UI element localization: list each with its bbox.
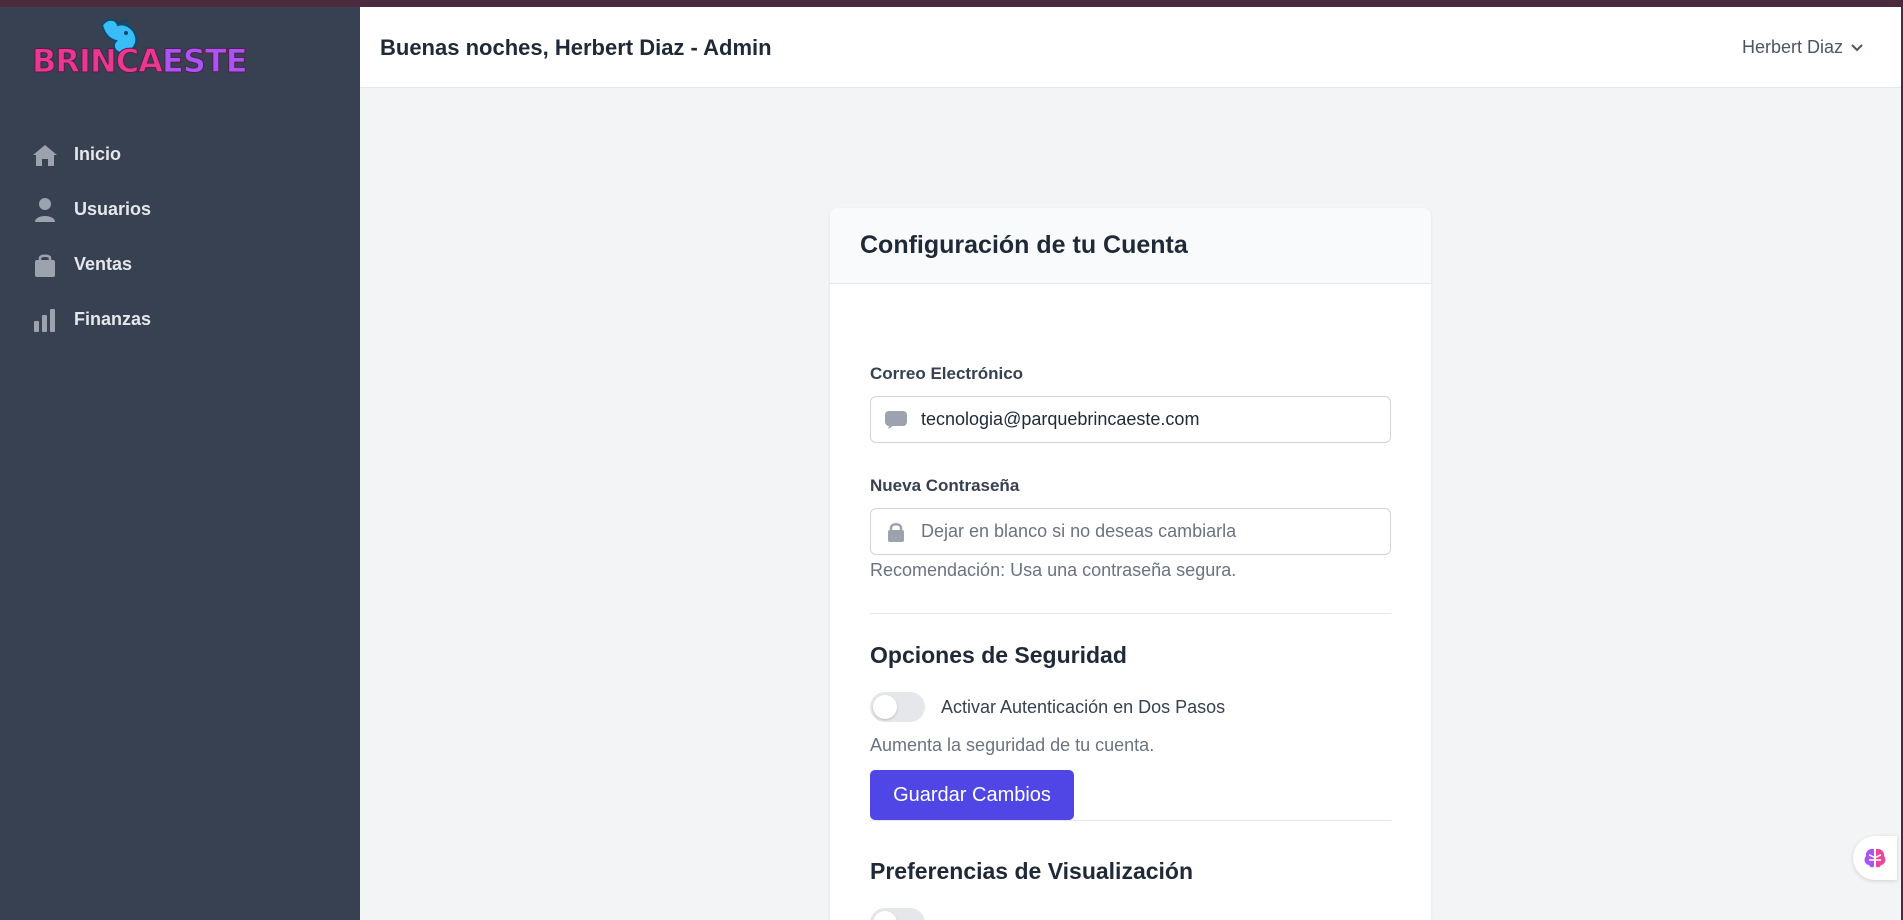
sidebar: BRINCAESTE Inicio Usuarios Ventas Finanz… (0, 7, 360, 920)
security-section-title: Opciones de Seguridad (870, 642, 1127, 668)
brand-logo[interactable]: BRINCAESTE (32, 15, 248, 81)
home-icon (32, 142, 58, 168)
divider (870, 613, 1391, 614)
sidebar-nav: Inicio Usuarios Ventas Finanzas (0, 127, 360, 347)
mail-icon (885, 410, 907, 430)
sidebar-item-label: Finanzas (74, 309, 152, 329)
user-icon (32, 197, 58, 223)
two-factor-toggle[interactable] (870, 692, 925, 722)
window-top-strip (0, 0, 1903, 7)
user-name: Herbert Diaz (1741, 37, 1843, 57)
greeting-text: Buenas noches, Herbert Diaz - Admin (380, 35, 772, 60)
sidebar-item-label: Ventas (74, 254, 133, 274)
email-label: Correo Electrónico (870, 364, 1024, 383)
card-header: Configuración de tu Cuenta (830, 208, 1431, 284)
account-settings-card: Configuración de tu Cuenta Correo Electr… (830, 208, 1431, 920)
ai-assistant-button[interactable] (1853, 836, 1897, 880)
sidebar-item-inicio[interactable]: Inicio (0, 127, 360, 182)
top-header: Buenas noches, Herbert Diaz - Admin Herb… (360, 7, 1903, 88)
shopping-bag-icon (32, 252, 58, 278)
page-title: Configuración de tu Cuenta (860, 231, 1188, 259)
sidebar-item-label: Usuarios (74, 199, 152, 219)
two-factor-label: Activar Autenticación en Dos Pasos (941, 696, 1226, 717)
sidebar-item-label: Inicio (74, 144, 122, 164)
sidebar-item-finanzas[interactable]: Finanzas (0, 292, 360, 347)
lock-icon (885, 522, 907, 542)
divider (870, 820, 1391, 821)
toggle-knob (873, 695, 897, 719)
email-field[interactable] (921, 409, 1361, 430)
password-label: Nueva Contraseña (870, 476, 1020, 495)
email-field-wrapper (870, 396, 1391, 443)
sidebar-item-usuarios[interactable]: Usuarios (0, 182, 360, 237)
brain-icon (1864, 848, 1886, 868)
brand-logo-text: BRINCAESTE (32, 42, 249, 80)
two-factor-toggle-row[interactable]: Activar Autenticación en Dos Pasos (870, 692, 1225, 722)
toggle-knob (873, 911, 897, 920)
display-toggle[interactable] (870, 908, 925, 920)
chevron-down-icon (1851, 43, 1863, 51)
display-toggle-row[interactable] (870, 908, 941, 920)
security-hint: Aumenta la seguridad de tu cuenta. (870, 735, 1155, 755)
password-field[interactable] (921, 521, 1361, 542)
save-button[interactable]: Guardar Cambios (870, 770, 1074, 820)
password-hint: Recomendación: Usa una contraseña segura… (870, 560, 1237, 580)
sidebar-item-ventas[interactable]: Ventas (0, 237, 360, 292)
bar-chart-icon (32, 307, 58, 333)
password-field-wrapper (870, 508, 1391, 555)
display-section-title: Preferencias de Visualización (870, 858, 1194, 884)
user-menu-dropdown[interactable]: Herbert Diaz (1742, 37, 1863, 58)
